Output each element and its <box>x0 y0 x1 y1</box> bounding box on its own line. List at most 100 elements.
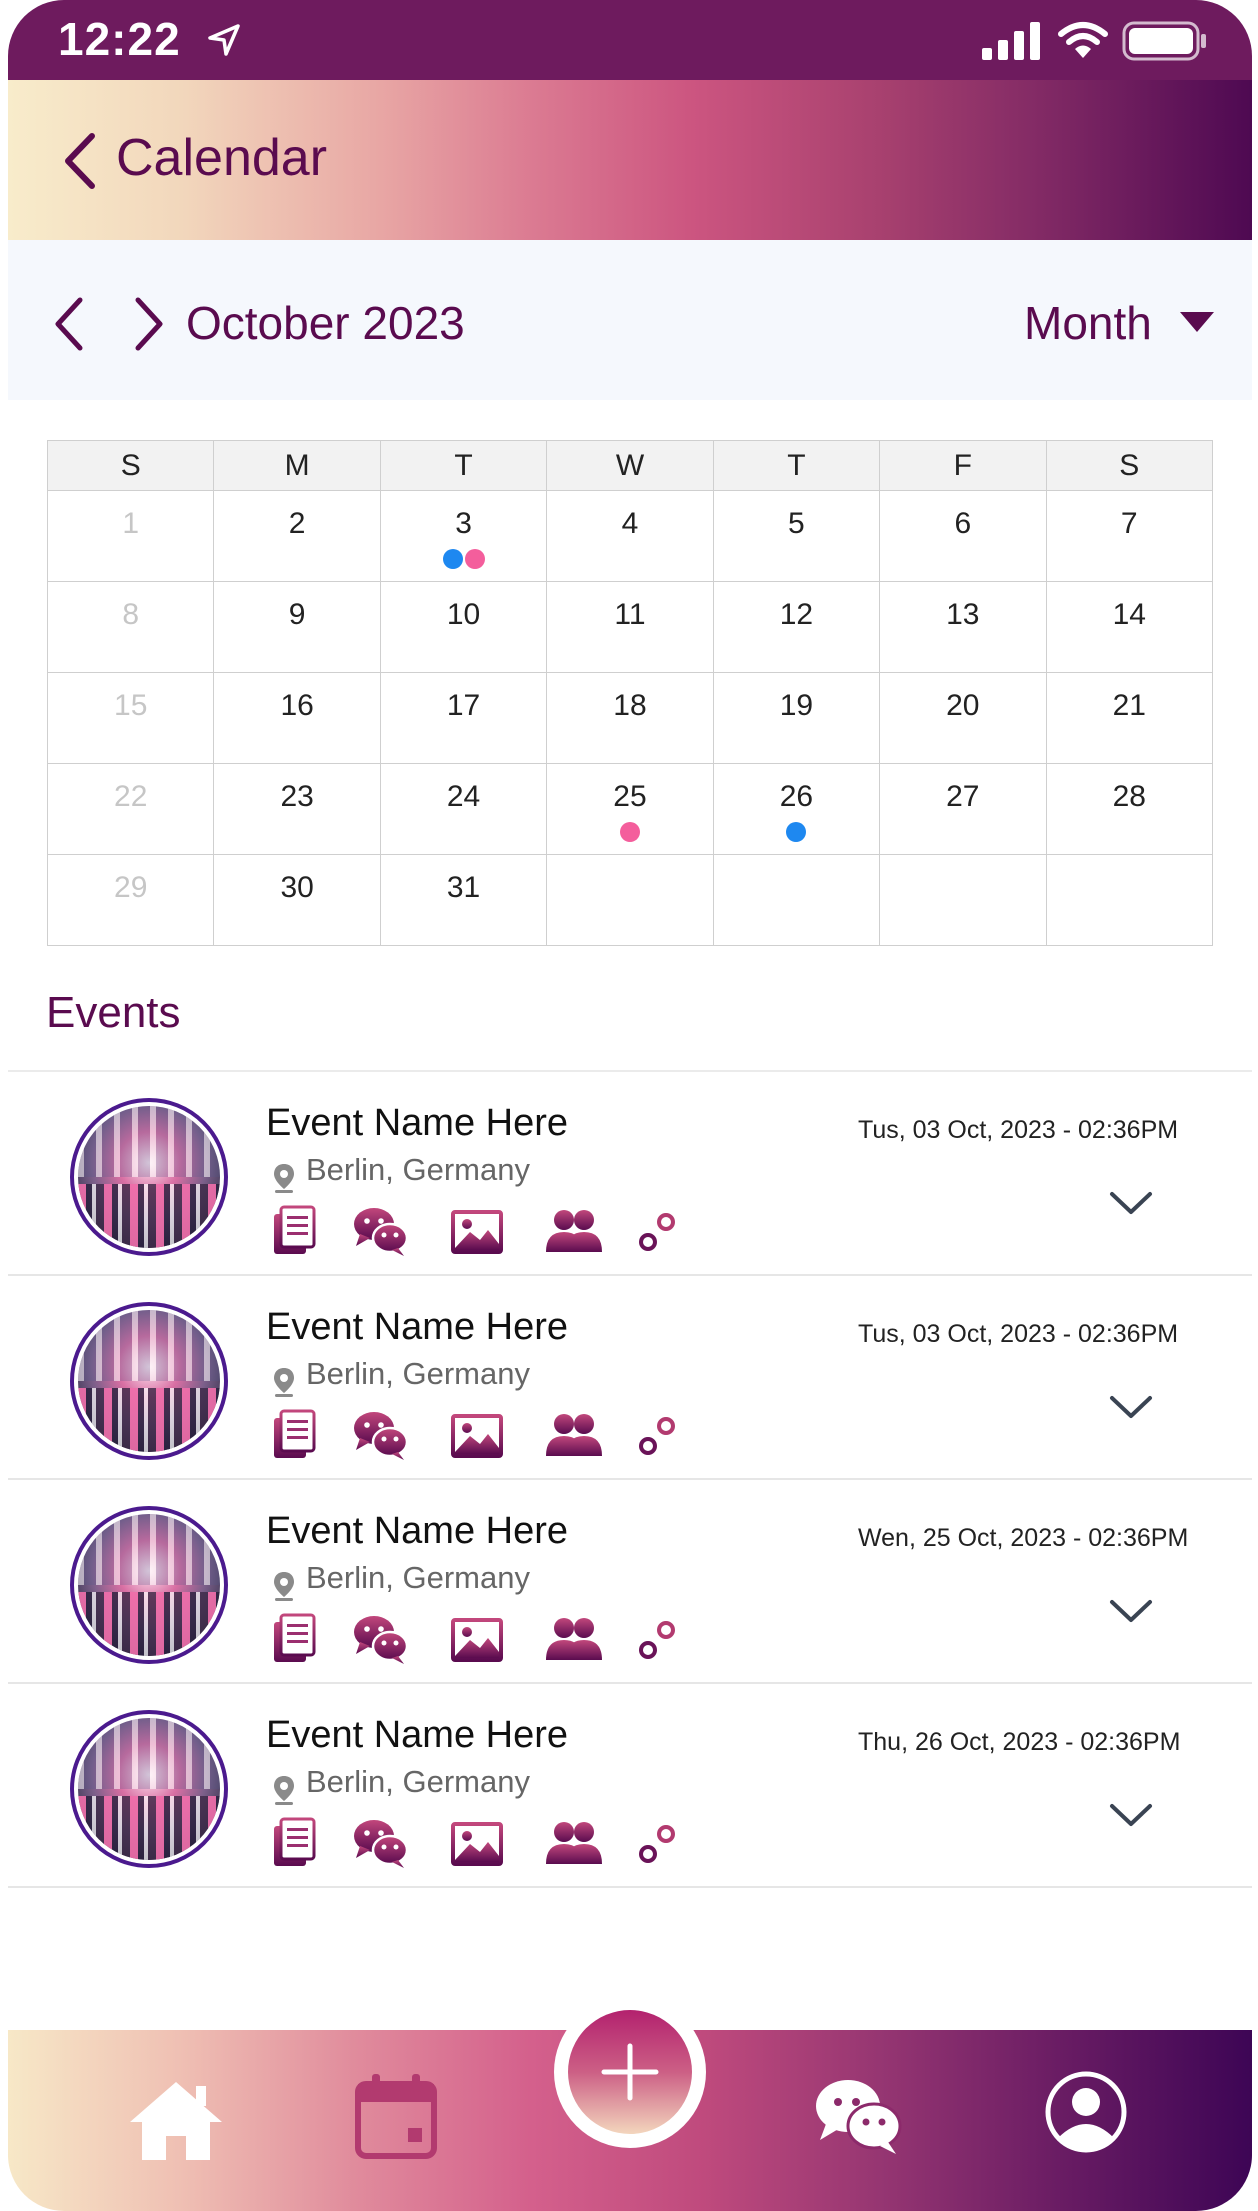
chat-icon[interactable] <box>352 1816 409 1870</box>
calendar-day-cell[interactable]: 9 <box>213 581 381 673</box>
gallery-icon[interactable] <box>450 1816 504 1870</box>
calendar-day-cell[interactable]: 5 <box>712 490 881 582</box>
back-chevron-icon[interactable] <box>58 132 102 190</box>
people-icon[interactable] <box>544 1612 602 1666</box>
event-thumbnail <box>70 1302 228 1460</box>
previous-month-chevron-icon[interactable] <box>50 296 90 352</box>
calendar-day-number: 24 <box>446 780 481 813</box>
add-event-button[interactable] <box>554 1996 706 2148</box>
calendar-day-cell[interactable]: 12 <box>712 581 881 673</box>
calendar-day-number: 23 <box>280 780 314 813</box>
calendar-day-number: 11 <box>614 598 646 631</box>
event-actions <box>266 1408 716 1462</box>
people-icon[interactable] <box>544 1408 602 1462</box>
calendar-day-cell[interactable]: 24 <box>379 763 548 855</box>
gallery-icon[interactable] <box>450 1612 504 1666</box>
calendar-day-number: 17 <box>446 689 481 722</box>
chat-icon[interactable] <box>352 1612 409 1666</box>
calendar-day-cell[interactable]: 23 <box>213 763 381 855</box>
app-header: Calendar <box>8 80 1252 240</box>
calendar-day-cell[interactable]: 26 <box>712 763 881 855</box>
calendar-day-cell[interactable]: 11 <box>546 581 714 673</box>
calendar-day-cell[interactable]: 13 <box>879 581 1047 673</box>
notes-icon[interactable] <box>272 1612 316 1666</box>
calendar-day-cell[interactable]: 31 <box>379 854 548 946</box>
gallery-icon[interactable] <box>450 1408 504 1462</box>
calendar-day-cell[interactable]: 17 <box>379 672 548 764</box>
calendar-day-cell[interactable]: 18 <box>546 672 714 764</box>
calendar-day-cell[interactable]: 30 <box>213 854 381 946</box>
home-icon[interactable] <box>126 2078 226 2162</box>
weekday-header: M <box>213 440 381 491</box>
event-photo <box>78 1514 220 1656</box>
calendar-day-number: 26 <box>779 780 814 813</box>
calendar-day-cell[interactable]: 25 <box>546 763 714 855</box>
event-name: Event Name Here <box>266 1102 569 1144</box>
calendar-day-cell[interactable]: 22 <box>46 763 215 855</box>
notes-icon[interactable] <box>272 1408 316 1462</box>
event-list-item[interactable]: Event Name Here Berlin, Germany Tus, 03 Oc… <box>8 1276 1252 1480</box>
calendar-day-cell[interactable]: 14 <box>1045 581 1214 673</box>
event-list-item[interactable]: Event Name Here Berlin, Germany Thu, 26 Oc… <box>8 1684 1252 1888</box>
calendar-day-number: 20 <box>946 689 980 722</box>
settings-sliders-icon[interactable] <box>634 1816 682 1870</box>
chevron-down-icon[interactable] <box>1108 1188 1154 1218</box>
calendar-day-cell[interactable]: 8 <box>46 581 215 673</box>
calendar-day-cell[interactable]: 7 <box>1045 490 1214 582</box>
location-pin-icon <box>274 1572 294 1601</box>
profile-icon[interactable] <box>1044 2070 1128 2154</box>
calendar-day-cell[interactable]: 1 <box>46 490 215 582</box>
chat-icon[interactable] <box>814 2076 902 2156</box>
event-location: Berlin, Germany <box>306 1764 530 1799</box>
event-marker-dot <box>619 822 640 842</box>
calendar-day-number: 28 <box>1112 780 1146 813</box>
settings-sliders-icon[interactable] <box>634 1612 682 1666</box>
events-section-title: Events <box>46 988 181 1037</box>
calendar-day-cell[interactable]: 15 <box>46 672 215 764</box>
event-date: Tus, 03 Oct, 2023 - 02:36PM <box>858 1116 1179 1144</box>
weekday-header-row: S M T W T F S <box>46 440 1214 491</box>
calendar-day-cell[interactable]: 16 <box>213 672 381 764</box>
calendar-day-number: 8 <box>122 598 140 631</box>
weekday-header: W <box>546 440 714 491</box>
calendar-day-number: 16 <box>280 689 314 722</box>
calendar-day-cell[interactable]: 6 <box>879 490 1047 582</box>
people-icon[interactable] <box>544 1816 602 1870</box>
next-month-chevron-icon[interactable] <box>128 296 168 352</box>
settings-sliders-icon[interactable] <box>634 1408 682 1462</box>
calendar-day-cell[interactable]: 19 <box>712 672 881 764</box>
calendar-day-cell[interactable]: 4 <box>546 490 714 582</box>
event-photo <box>78 1106 220 1248</box>
calendar-week-row: 15 16 17 18 19 20 21 <box>46 672 1214 764</box>
calendar-day-cell[interactable]: 2 <box>213 490 381 582</box>
chevron-down-icon[interactable] <box>1108 1392 1154 1422</box>
caret-down-icon <box>1180 312 1214 332</box>
month-label: October 2023 <box>186 297 465 349</box>
notes-icon[interactable] <box>272 1204 316 1258</box>
calendar-icon[interactable] <box>354 2072 438 2160</box>
settings-sliders-icon[interactable] <box>634 1204 682 1258</box>
event-list-item[interactable]: Event Name Here Berlin, Germany Wen, 25 Oc… <box>8 1480 1252 1684</box>
chat-icon[interactable] <box>352 1204 409 1258</box>
calendar-day-number: 29 <box>114 871 148 904</box>
event-marker-dots <box>547 822 712 842</box>
calendar-day-number: 14 <box>1112 598 1146 631</box>
chevron-down-icon[interactable] <box>1108 1800 1154 1830</box>
event-marker-dot <box>786 822 807 842</box>
calendar-day-cell[interactable]: 3 <box>379 490 548 582</box>
gallery-icon[interactable] <box>450 1204 504 1258</box>
calendar-day-cell[interactable]: 28 <box>1045 763 1214 855</box>
weekday-header: S <box>46 440 215 491</box>
people-icon[interactable] <box>544 1204 602 1258</box>
calendar-day-cell[interactable]: 29 <box>46 854 215 946</box>
view-mode-dropdown[interactable]: Month <box>1024 294 1224 354</box>
chat-icon[interactable] <box>352 1408 409 1462</box>
calendar-day-cell[interactable]: 10 <box>379 581 548 673</box>
notes-icon[interactable] <box>272 1816 316 1870</box>
calendar-day-cell[interactable]: 21 <box>1045 672 1214 764</box>
calendar-day-cell[interactable]: 20 <box>879 672 1047 764</box>
calendar-day-cell[interactable]: 27 <box>879 763 1047 855</box>
event-list-item[interactable]: Event Name Here Berlin, Germany Tus, 03 Oc… <box>8 1072 1252 1276</box>
weekday-header: S <box>1045 440 1214 491</box>
chevron-down-icon[interactable] <box>1108 1596 1154 1626</box>
